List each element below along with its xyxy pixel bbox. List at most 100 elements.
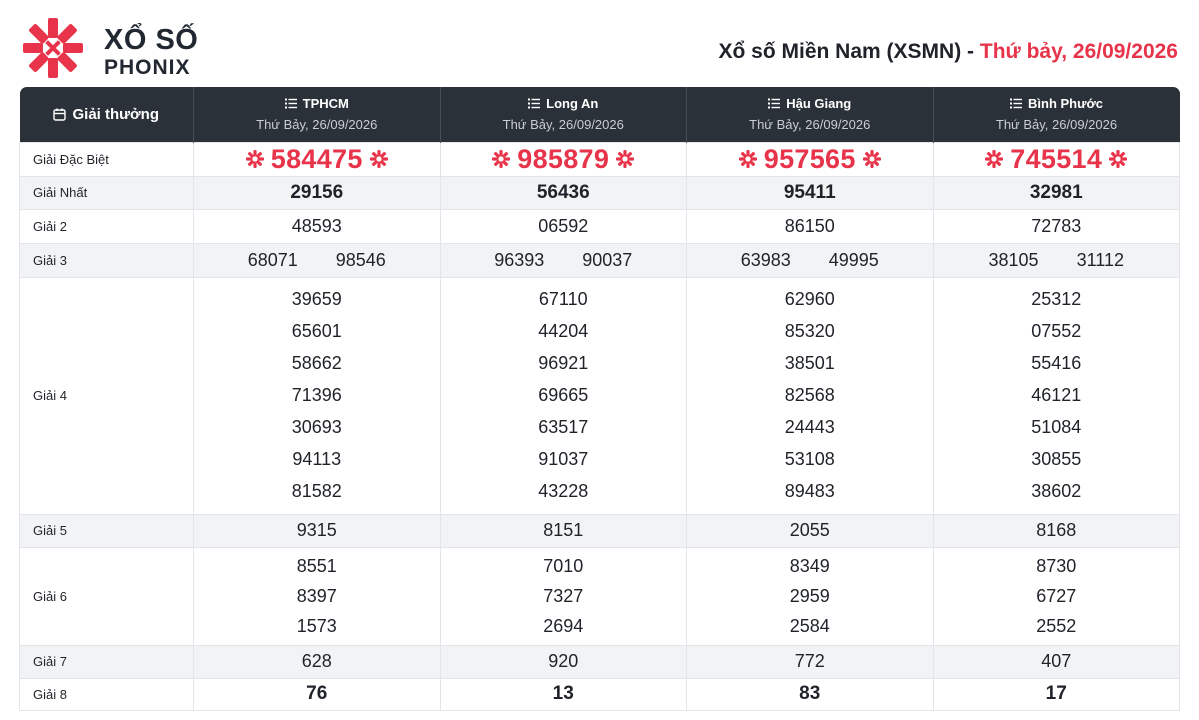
prize-4-number: 85320 [784, 321, 835, 341]
prize-4-cell: 67110 44204 96921 69665 63517 91037 4322… [439, 276, 687, 515]
spark-icon [738, 150, 757, 168]
prize-3-number: 96393 [494, 249, 545, 270]
brand-wordmark[interactable]: XỔ SỐ PHONIX [104, 26, 198, 79]
province-name: TPHCM [302, 96, 349, 112]
prize-5-number: 8168 [932, 513, 1180, 548]
prize-label-5: Giải 5 [19, 513, 194, 548]
prize-4-number: 96921 [538, 353, 589, 373]
prize-6-number: 8730 [1036, 555, 1077, 576]
prize-3-number: 38105 [988, 249, 1039, 270]
prize-4-number: 89483 [784, 481, 835, 501]
special-number: 584475 [270, 143, 363, 174]
prize-6-number: 8349 [789, 555, 830, 576]
prize-5-number: 2055 [686, 513, 934, 548]
prize-4-cell: 62960 85320 38501 82568 24443 53108 8948… [686, 276, 934, 515]
prize-4-number: 46121 [1031, 385, 1082, 405]
prize-label-4: Giải 4 [19, 276, 194, 515]
prize-6-number: 6727 [1036, 585, 1077, 606]
prize-label-special: Giải Đặc Biệt [19, 141, 194, 177]
spark-icon [369, 150, 388, 168]
prize-4-number: 38501 [784, 353, 835, 373]
prize-3-number: 31112 [1076, 249, 1124, 270]
prize-4-number: 91037 [538, 449, 589, 469]
prize-3-number: 68071 [247, 249, 298, 270]
prize-8-number: 17 [932, 677, 1180, 711]
province-header-hau-giang[interactable]: Hậu Giang Thứ Bảy, 26/09/2026 [686, 87, 934, 142]
prize-8-number: 83 [686, 677, 934, 711]
prize-6-cell: 8349 2959 2584 [686, 546, 934, 646]
prize-4-number: 62960 [784, 289, 835, 309]
prize-4-number: 43228 [538, 481, 589, 501]
spark-icon [985, 150, 1004, 168]
prize-3-cell: 63983 49995 [686, 242, 934, 278]
spark-icon [245, 150, 264, 168]
page-title-date: Thứ bảy, 26/09/2026 [979, 40, 1178, 63]
province-header-long-an[interactable]: Long An Thứ Bảy, 26/09/2026 [440, 87, 687, 142]
prize-6-number: 8551 [296, 555, 337, 576]
prize-4-number: 82568 [784, 385, 835, 405]
list-icon [528, 98, 541, 109]
prize-7-number: 920 [439, 644, 687, 679]
first-prize-number: 95411 [686, 175, 934, 210]
province-name: Bình Phước [1028, 96, 1103, 112]
province-date: Thứ Bảy, 26/09/2026 [995, 117, 1118, 133]
prize-2-number: 86150 [686, 208, 934, 244]
row-eighth-prize: Giải 8 76 13 83 17 [19, 677, 1180, 711]
page-title-separator: - [967, 40, 975, 63]
list-icon [1010, 98, 1022, 109]
prize-4-number: 94113 [292, 449, 342, 469]
row-third-prize: Giải 3 68071 98546 96393 90037 63983 499… [19, 242, 1180, 278]
prize-4-number: 53108 [784, 449, 835, 469]
first-prize-number: 29156 [193, 175, 441, 210]
page-header: XỔ SỐ PHONIX Xổ số Miền Nam (XSMN) - Thứ… [0, 0, 1199, 88]
prize-8-number: 76 [193, 677, 441, 711]
special-cell-long-an: 985879 [439, 141, 687, 177]
prize-3-number: 90037 [582, 249, 633, 270]
prize-column-label: Giải thưởng [72, 105, 160, 123]
prize-6-number: 1573 [296, 615, 337, 636]
row-fourth-prize: Giải 4 39659 65601 58662 71396 30693 941… [19, 276, 1180, 515]
prize-3-number: 49995 [828, 249, 879, 270]
province-header-binh-phuoc[interactable]: Bình Phước Thứ Bảy, 26/09/2026 [933, 87, 1180, 142]
province-header-tphcm[interactable]: TPHCM Thứ Bảy, 26/09/2026 [193, 87, 441, 142]
asterisk-logo-icon[interactable] [22, 17, 84, 79]
prize-label-6: Giải 6 [19, 546, 194, 646]
province-date: Thứ Bảy, 26/09/2026 [256, 117, 378, 133]
calendar-icon [53, 108, 67, 121]
spark-icon [492, 150, 511, 168]
special-cell-binh-phuoc: 745514 [932, 141, 1180, 177]
prize-6-number: 7327 [543, 585, 584, 606]
prize-4-number: 67110 [538, 289, 588, 309]
list-icon [284, 98, 297, 109]
page-title-main: Xổ số Miền Nam (XSMN) [718, 40, 962, 63]
row-special-prize: Giải Đặc Biệt 584475 985879 957565 74551… [19, 141, 1180, 177]
special-number: 745514 [1010, 143, 1103, 174]
prize-label-7: Giải 7 [19, 644, 194, 679]
special-number: 985879 [517, 143, 610, 174]
prize-4-number: 39659 [291, 289, 342, 309]
prize-6-cell: 8730 6727 2552 [932, 546, 1180, 646]
prize-5-number: 9315 [193, 513, 441, 548]
prize-7-number: 407 [932, 644, 1180, 679]
prize-6-number: 2584 [789, 615, 830, 636]
row-seventh-prize: Giải 7 628 920 772 407 [19, 644, 1180, 679]
spark-icon [862, 150, 881, 168]
prize-3-cell: 96393 90037 [439, 242, 687, 278]
prize-4-number: 51084 [1031, 417, 1082, 437]
prize-7-number: 628 [193, 644, 441, 679]
prize-4-cell: 25312 07552 55416 46121 51084 30855 3860… [932, 276, 1180, 515]
prize-6-number: 7010 [543, 555, 584, 576]
prize-label-3: Giải 3 [19, 242, 194, 278]
prize-6-number: 2694 [543, 615, 584, 636]
list-icon [768, 98, 781, 109]
prize-3-number: 63983 [740, 249, 791, 270]
prize-column-header: Giải thưởng [19, 87, 194, 142]
prize-6-cell: 7010 7327 2694 [439, 546, 687, 646]
province-name: Hậu Giang [786, 96, 852, 112]
prize-4-number: 30693 [291, 417, 342, 437]
row-sixth-prize: Giải 6 8551 8397 1573 7010 7327 2694 834… [19, 546, 1180, 646]
prize-2-number: 48593 [193, 208, 441, 244]
prize-4-number: 81582 [291, 481, 342, 501]
special-number: 957565 [763, 143, 856, 174]
prize-4-number: 63517 [538, 417, 589, 437]
